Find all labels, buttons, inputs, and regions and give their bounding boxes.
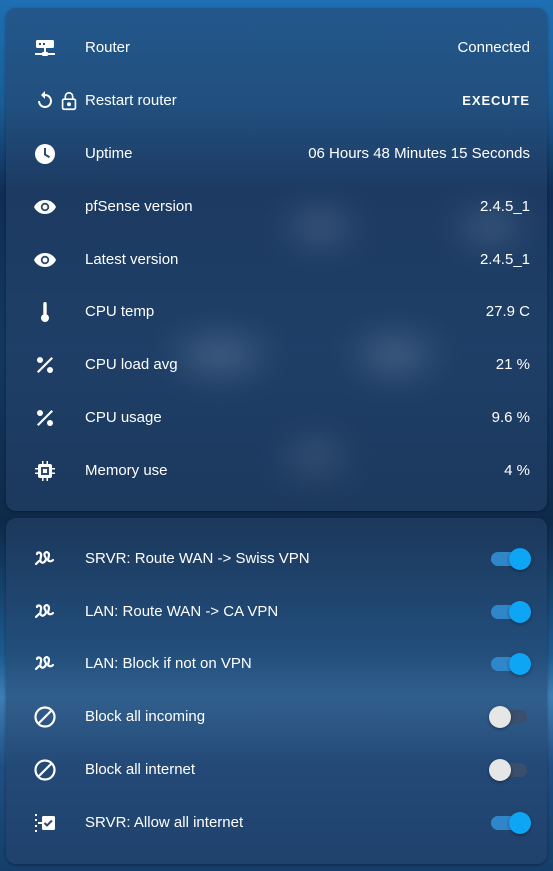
lock-icon	[58, 88, 80, 114]
routes-icon	[32, 546, 58, 572]
latest-version-label: Latest version	[85, 251, 179, 268]
restart-router-row: Restart router EXECUTE	[6, 74, 547, 127]
percent-icon	[32, 352, 58, 378]
restart-router-label: Restart router	[85, 92, 177, 109]
firewall-switches-card: SRVR: Route WAN -> Swiss VPN LAN: Route …	[6, 518, 547, 864]
switch-row[interactable]: LAN: Route WAN -> CA VPN	[6, 585, 547, 638]
pfsense-version-row[interactable]: pfSense version 2.4.5_1	[6, 180, 547, 233]
routes-icon	[32, 599, 58, 625]
block-cancel-icon	[32, 757, 58, 783]
latest-version-row[interactable]: Latest version 2.4.5_1	[6, 233, 547, 286]
memory-use-value: 4 %	[504, 462, 530, 479]
route-swiss-vpn-toggle[interactable]	[489, 547, 531, 571]
pfsense-version-label: pfSense version	[85, 198, 193, 215]
router-network-icon	[32, 35, 58, 61]
router-row[interactable]: Router Connected	[6, 21, 547, 74]
cpu-load-avg-value: 21 %	[495, 356, 530, 373]
eye-icon	[32, 247, 58, 273]
switch-row[interactable]: SRVR: Route WAN -> Swiss VPN	[6, 532, 547, 585]
route-ca-vpn-toggle[interactable]	[489, 600, 531, 624]
switch-label: LAN: Route WAN -> CA VPN	[85, 603, 279, 620]
memory-use-label: Memory use	[85, 462, 168, 479]
allow-all-internet-toggle[interactable]	[489, 811, 531, 835]
chip-icon	[32, 458, 58, 484]
router-status-card: Router Connected Restart router EXECUTE …	[6, 8, 547, 511]
switch-row[interactable]: SRVR: Allow all internet	[6, 796, 547, 849]
switch-label: SRVR: Route WAN -> Swiss VPN	[85, 550, 310, 567]
clock-icon	[32, 141, 58, 167]
block-cancel-icon	[32, 704, 58, 730]
cpu-temp-value: 27.9 C	[485, 303, 530, 320]
router-status-value: Connected	[457, 39, 530, 56]
switch-row[interactable]: LAN: Block if not on VPN	[6, 637, 547, 690]
switch-label: SRVR: Allow all internet	[85, 814, 244, 831]
memory-use-row[interactable]: Memory use 4 %	[6, 444, 547, 497]
cpu-usage-row[interactable]: CPU usage 9.6 %	[6, 391, 547, 444]
switch-label: LAN: Block if not on VPN	[85, 655, 252, 672]
switch-row[interactable]: Block all internet	[6, 743, 547, 796]
cpu-usage-label: CPU usage	[85, 409, 162, 426]
eye-icon	[32, 194, 58, 220]
switch-label: Block all incoming	[85, 708, 206, 725]
cpu-load-avg-label: CPU load avg	[85, 356, 178, 373]
thermometer-icon	[32, 299, 58, 325]
router-label: Router	[85, 39, 131, 56]
pfsense-version-value: 2.4.5_1	[479, 198, 530, 215]
cpu-temp-row[interactable]: CPU temp 27.9 C	[6, 285, 547, 338]
uptime-value: 06 Hours 48 Minutes 15 Seconds	[308, 145, 530, 162]
cpu-load-avg-row[interactable]: CPU load avg 21 %	[6, 338, 547, 391]
block-all-incoming-toggle[interactable]	[489, 705, 531, 729]
uptime-label: Uptime	[85, 145, 133, 162]
uptime-row[interactable]: Uptime 06 Hours 48 Minutes 15 Seconds	[6, 127, 547, 180]
switch-row[interactable]: Block all incoming	[6, 690, 547, 743]
block-all-internet-toggle[interactable]	[489, 758, 531, 782]
block-if-not-vpn-toggle[interactable]	[489, 652, 531, 676]
latest-version-value: 2.4.5_1	[479, 251, 530, 268]
percent-icon	[32, 405, 58, 431]
execute-button[interactable]: EXECUTE	[462, 93, 530, 108]
cpu-usage-value: 9.6 %	[491, 409, 530, 426]
checkbox-list-icon	[32, 810, 58, 836]
cpu-temp-label: CPU temp	[85, 303, 155, 320]
switch-label: Block all internet	[85, 761, 196, 778]
routes-icon	[32, 651, 58, 677]
restart-icon	[32, 88, 58, 114]
